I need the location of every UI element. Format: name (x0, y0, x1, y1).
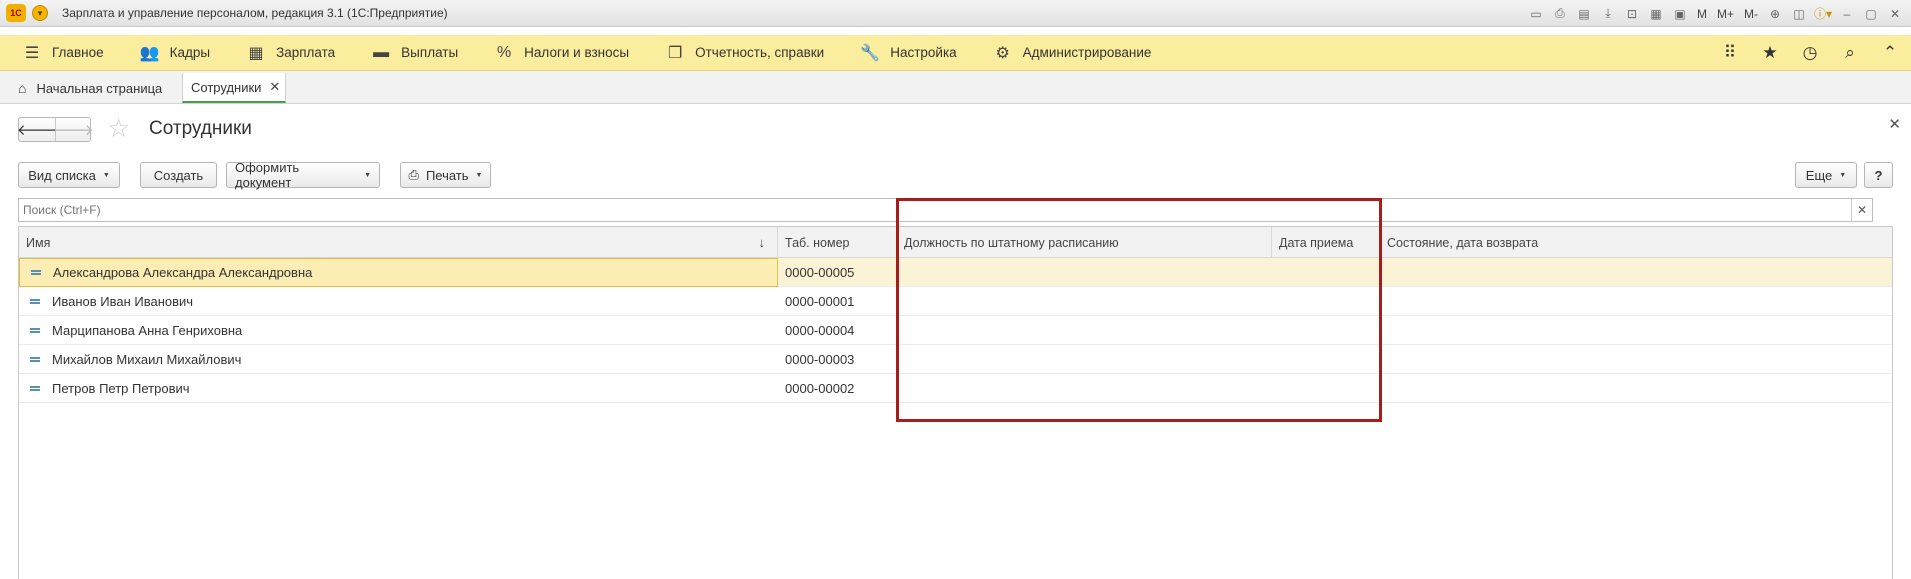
employee-row-icon (30, 299, 40, 304)
settings-chevron-icon[interactable]: ⌃ (1879, 43, 1901, 63)
section-taxes[interactable]: % Налоги и взносы (472, 35, 643, 71)
cell-tab-number: 0000-00001 (785, 294, 855, 309)
help-button[interactable]: ? (1864, 162, 1893, 188)
add-favorite-star-icon[interactable]: ☆ (107, 114, 130, 142)
window-title: Зарплата и управление персоналом, редакц… (62, 6, 448, 20)
clear-search-icon[interactable]: ✕ (1851, 199, 1872, 221)
title-toolbar: ▭ ⎙ ▤ ⤓ ⊡ ▦ ▣ M M+ M- ⊕ ◫ ⓘ▾ – ▢ ✕ (1526, 4, 1905, 23)
caret-down-icon: ▼ (1839, 171, 1847, 179)
column-header-tab-number[interactable]: Таб. номер (778, 227, 897, 258)
more-button[interactable]: Еще ▼ (1795, 162, 1857, 188)
calculator-small-icon[interactable]: ▣ (1670, 4, 1690, 23)
table-row[interactable]: Петров Петр Петрович 0000-00002 (19, 374, 1892, 403)
form-close-icon[interactable]: ✕ (1888, 115, 1901, 133)
make-document-button[interactable]: Оформить документ ▼ (226, 160, 380, 190)
page-title: Сотрудники (149, 118, 252, 139)
wrench-icon: 🔧 (860, 44, 881, 62)
search-input[interactable] (19, 199, 1849, 221)
preview-icon[interactable]: ▤ (1574, 4, 1594, 23)
print-button[interactable]: ⎙ Печать ▼ (400, 162, 491, 188)
favorites-icon[interactable]: ★ (1759, 43, 1781, 63)
open-windows-bar: ⌂ Начальная страница Сотрудники ✕ (0, 71, 1911, 104)
employees-table: Имя ↓ Таб. номер Должность по штатному р… (18, 226, 1893, 579)
employee-row-icon (31, 270, 41, 275)
forward-arrow-icon[interactable]: 🡒 (53, 118, 94, 141)
search-icon[interactable]: ⌕ (1839, 43, 1861, 63)
caret-down-icon: ▼ (102, 171, 110, 179)
caret-down-icon: ▼ (364, 171, 371, 179)
link-icon[interactable]: ⊡ (1622, 4, 1642, 23)
view-list-button[interactable]: Вид списка ▼ (18, 162, 120, 188)
cell-name: Михайлов Михаил Михайлович (19, 345, 778, 374)
section-payments[interactable]: ▬ Выплаты (349, 35, 472, 71)
table-row[interactable]: Александрова Александра Александровна 00… (19, 258, 1892, 287)
reports-icon: ❐ (667, 44, 683, 62)
print-icon[interactable]: ⎙ (1550, 4, 1570, 23)
tab-close-icon[interactable]: ✕ (269, 79, 280, 95)
back-arrow-icon[interactable]: 🡐 (17, 118, 57, 141)
sort-down-arrow-icon: ↓ (758, 235, 766, 250)
create-button[interactable]: Создать (140, 162, 217, 188)
navigation-buttons: 🡐 🡒 (17, 117, 94, 142)
tab-home[interactable]: ⌂ Начальная страница (8, 73, 178, 103)
people-icon: 👥 (139, 44, 160, 62)
cell-name: Александрова Александра Александровна (19, 258, 778, 287)
employee-row-icon (30, 357, 40, 362)
save-icon[interactable]: ▭ (1526, 4, 1546, 23)
home-icon: ⌂ (18, 80, 27, 96)
cell-name: Петров Петр Петрович (19, 374, 778, 403)
zoom-icon[interactable]: ⊕ (1765, 4, 1785, 23)
maximize-icon[interactable]: ▢ (1861, 4, 1881, 23)
column-header-position[interactable]: Должность по штатному расписанию (897, 227, 1272, 258)
memory-plus-button[interactable]: M+ (1714, 4, 1737, 23)
cell-tab-number: 0000-00004 (785, 323, 855, 338)
calendar-icon[interactable]: ▦ (1646, 4, 1666, 23)
caret-down-icon: ▼ (475, 171, 483, 179)
window-title-bar: 1С ▾ Зарплата и управление персоналом, р… (0, 0, 1911, 27)
cell-tab-number: 0000-00002 (785, 381, 855, 396)
memory-m-button[interactable]: M (1694, 4, 1710, 23)
hamburger-icon: ☰ (24, 44, 40, 62)
section-panel-tools: ⠿ ★ ◷ ⌕ ⌃ (1719, 35, 1901, 71)
section-reports[interactable]: ❐ Отчетность, справки (643, 35, 838, 71)
cell-name: Марципанова Анна Генриховна (19, 316, 778, 345)
panels-icon[interactable]: ◫ (1789, 4, 1809, 23)
percent-icon: % (497, 43, 512, 61)
column-header-status[interactable]: Состояние, дата возврата (1380, 227, 1892, 258)
column-header-name[interactable]: Имя ↓ (19, 227, 778, 258)
tab-employees[interactable]: Сотрудники ✕ (182, 73, 286, 103)
table-header: Имя ↓ Таб. номер Должность по штатному р… (19, 227, 1892, 258)
all-functions-icon[interactable]: ⠿ (1719, 43, 1741, 63)
calculator-icon: ▦ (248, 44, 264, 62)
table-row[interactable]: Михайлов Михаил Михайлович 0000-00003 (19, 345, 1892, 374)
app-menu-button[interactable]: ▾ (32, 5, 48, 21)
cell-tab-number: 0000-00003 (785, 352, 855, 367)
table-row[interactable]: Марципанова Анна Генриховна 0000-00004 (19, 316, 1892, 345)
cell-tab-number: 0000-00005 (785, 265, 855, 280)
section-main[interactable]: ☰ Главное (0, 35, 118, 71)
gear-icon: ⚙ (995, 44, 1010, 62)
employee-row-icon (30, 386, 40, 391)
close-window-icon[interactable]: ✕ (1885, 4, 1905, 23)
employee-row-icon (30, 328, 40, 333)
section-panel: ☰ Главное 👥 Кадры ▦ Зарплата ▬ Выплаты % Нало… (0, 35, 1911, 71)
section-settings[interactable]: 🔧 Настройка (838, 35, 970, 71)
wallet-icon: ▬ (373, 43, 390, 61)
section-salary[interactable]: ▦ Зарплата (224, 35, 349, 71)
cell-name: Иванов Иван Иванович (19, 287, 778, 316)
table-row[interactable]: Иванов Иван Иванович 0000-00001 (19, 287, 1892, 316)
printer-icon: ⎙ (408, 167, 419, 182)
info-icon[interactable]: ⓘ▾ (1813, 4, 1833, 23)
download-icon[interactable]: ⤓ (1598, 4, 1618, 23)
memory-minus-button[interactable]: M- (1741, 4, 1761, 23)
section-admin[interactable]: ⚙ Администрирование (971, 35, 1166, 71)
column-header-hire-date[interactable]: Дата приема (1272, 227, 1380, 258)
minimize-icon[interactable]: – (1837, 4, 1857, 23)
history-icon[interactable]: ◷ (1799, 43, 1821, 63)
search-box: ✕ (18, 198, 1873, 222)
section-hr[interactable]: 👥 Кадры (118, 35, 224, 71)
app-logo: 1С (6, 4, 26, 22)
